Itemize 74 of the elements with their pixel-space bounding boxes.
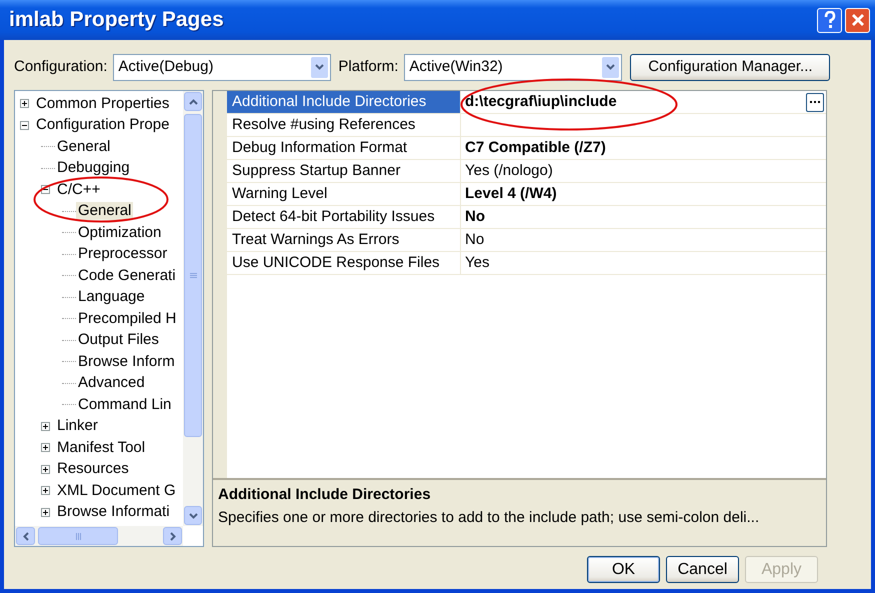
window-title: imlab Property Pages (9, 7, 225, 34)
property-name[interactable]: Treat Warnings As Errors (227, 229, 461, 251)
property-name[interactable]: Debug Information Format (227, 137, 461, 159)
property-value: No (465, 206, 485, 227)
expand-icon[interactable] (42, 422, 49, 430)
property-name[interactable]: Resolve #using References (227, 114, 461, 136)
expand-icon[interactable] (42, 487, 49, 494)
property-value: Level 4 (/W4) (465, 184, 557, 204)
close-icon (850, 13, 864, 27)
property-name[interactable]: Warning Level (227, 183, 461, 205)
tree-item[interactable]: Language (76, 288, 147, 306)
scroll-thumb-icon[interactable] (190, 273, 196, 278)
property-row[interactable]: Detect 64-bit Portability Issues No (227, 206, 826, 229)
tree-item[interactable]: Precompiled H (76, 310, 178, 328)
field-label: Configuration: (14, 56, 108, 77)
tree-item[interactable]: Code Generati (76, 266, 178, 285)
tree-item[interactable]: C/C++ (55, 180, 102, 199)
tree-item[interactable]: Configuration Prope (34, 116, 172, 134)
expand-icon[interactable] (42, 466, 49, 473)
dialog-button: Apply (745, 556, 818, 583)
tree-item[interactable]: Linker (55, 417, 100, 436)
scroll-thumb-icon[interactable] (76, 532, 80, 540)
tree-item[interactable]: Preprocessor (76, 245, 170, 264)
horizontal-scrollbar[interactable] (15, 526, 183, 546)
property-value: Yes (465, 252, 490, 273)
configuration-manager-button[interactable]: Configuration Manager... (630, 54, 830, 80)
dialog-button[interactable]: Cancel (666, 556, 739, 583)
tree-item[interactable]: Optimization (76, 224, 164, 242)
help-button[interactable] (817, 8, 842, 32)
tree-item[interactable]: Output Files (76, 331, 161, 350)
tree-item[interactable]: XML Document G (55, 482, 178, 500)
dialog-button[interactable]: OK (587, 556, 660, 583)
close-button[interactable] (845, 8, 870, 32)
property-row[interactable]: Additional Include Directories d:\tecgraf\iup\include (227, 91, 826, 114)
description-title: Additional Include Directories (218, 485, 432, 505)
dropdown[interactable]: Active(Win32) (404, 54, 622, 80)
vertical-scrollbar[interactable] (183, 91, 203, 526)
tree-item[interactable]: General (76, 202, 134, 220)
scroll-right-icon[interactable] (170, 532, 176, 540)
expand-icon[interactable] (42, 444, 49, 452)
ellipsis-icon (810, 100, 820, 104)
property-value: d:\tecgraf\iup\include (465, 92, 617, 112)
tree-item[interactable]: Debugging (55, 159, 132, 178)
scroll-left-icon[interactable] (22, 532, 28, 540)
property-name[interactable]: Use UNICODE Response Files (227, 252, 461, 274)
property-value: No (465, 230, 484, 250)
expand-icon[interactable] (42, 508, 49, 516)
tree-item[interactable]: Resources (55, 460, 131, 478)
property-name[interactable]: Suppress Startup Banner (227, 160, 461, 182)
property-row[interactable]: Warning Level Level 4 (/W4) (227, 183, 826, 206)
property-value: C7 Compatible (/Z7) (465, 138, 606, 158)
expand-icon[interactable] (21, 100, 28, 108)
tree-item[interactable]: Common Properties (34, 94, 172, 113)
tree-item[interactable]: Advanced (76, 374, 147, 392)
tree-item[interactable]: Browse Inform (76, 352, 177, 371)
browse-button[interactable] (806, 92, 824, 112)
scroll-up-icon[interactable] (188, 98, 198, 104)
dropdown[interactable]: Active(Debug) (113, 54, 332, 80)
question-mark-icon (822, 11, 836, 29)
property-row[interactable]: Treat Warnings As Errors No (227, 229, 826, 252)
description-text: Specifies one or more directories to add to the include path; use semi-colon deli... (218, 508, 760, 528)
property-name[interactable]: Additional Include Directories (227, 91, 461, 113)
tree-item[interactable]: Manifest Tool (55, 438, 148, 457)
scroll-down-icon[interactable] (188, 512, 198, 518)
property-row[interactable]: Suppress Startup Banner Yes (/nologo) (227, 160, 826, 183)
property-name[interactable]: Detect 64-bit Portability Issues (227, 206, 461, 228)
property-row[interactable]: Resolve #using References (227, 114, 826, 137)
field-label: Platform: (338, 56, 398, 77)
property-value: Yes (/nologo) (465, 160, 553, 181)
tree-item[interactable]: Browse Informati (55, 503, 172, 522)
tree-item[interactable]: General (55, 138, 112, 156)
property-row[interactable]: Use UNICODE Response Files Yes (227, 252, 826, 275)
property-row[interactable]: Debug Information Format C7 Compatible (/Z7) (227, 137, 826, 160)
tree-item[interactable]: Command Lin (76, 396, 174, 414)
